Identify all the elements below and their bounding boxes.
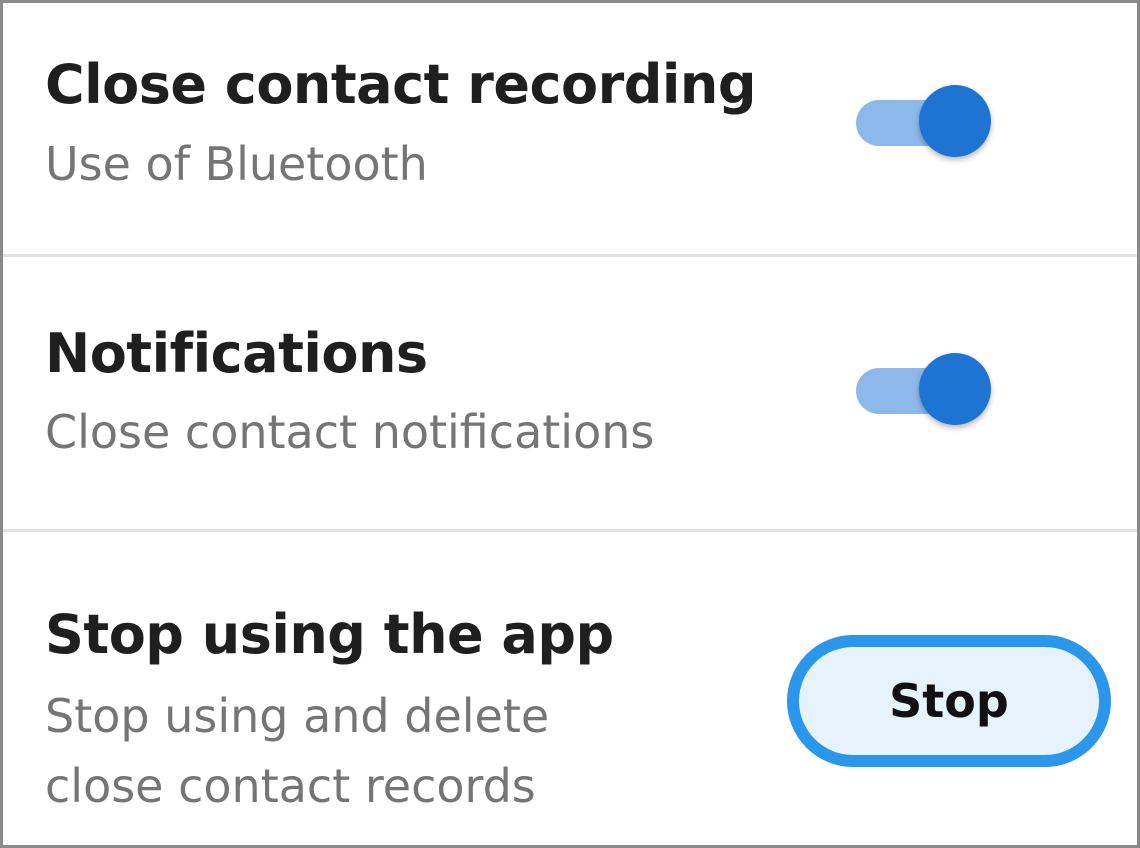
setting-row-close-contact-recording: Close contact recording Use of Bluetooth [3,3,1137,253]
setting-title: Stop using the app [45,603,614,666]
subtitle-line: close contact records [45,759,536,813]
close-contact-recording-toggle[interactable] [856,81,996,161]
setting-row-notifications: Notifications Close contact notification… [3,258,1137,528]
setting-title: Close contact recording [45,53,757,116]
toggle-knob [919,85,991,157]
notifications-toggle[interactable] [856,349,996,429]
stop-button[interactable]: Stop [787,635,1111,767]
divider [3,529,1137,532]
setting-subtitle: Use of Bluetooth [45,137,428,191]
setting-row-stop-app: Stop using the app Stop using and delete… [3,533,1137,845]
setting-title: Notifications [45,322,428,385]
setting-subtitle: Close contact notifications [45,405,655,459]
toggle-knob [919,353,991,425]
setting-subtitle: Stop using and delete close contact reco… [45,681,549,821]
subtitle-line: Stop using and delete [45,689,550,743]
divider [3,254,1137,257]
settings-panel: Close contact recording Use of Bluetooth… [0,0,1140,848]
